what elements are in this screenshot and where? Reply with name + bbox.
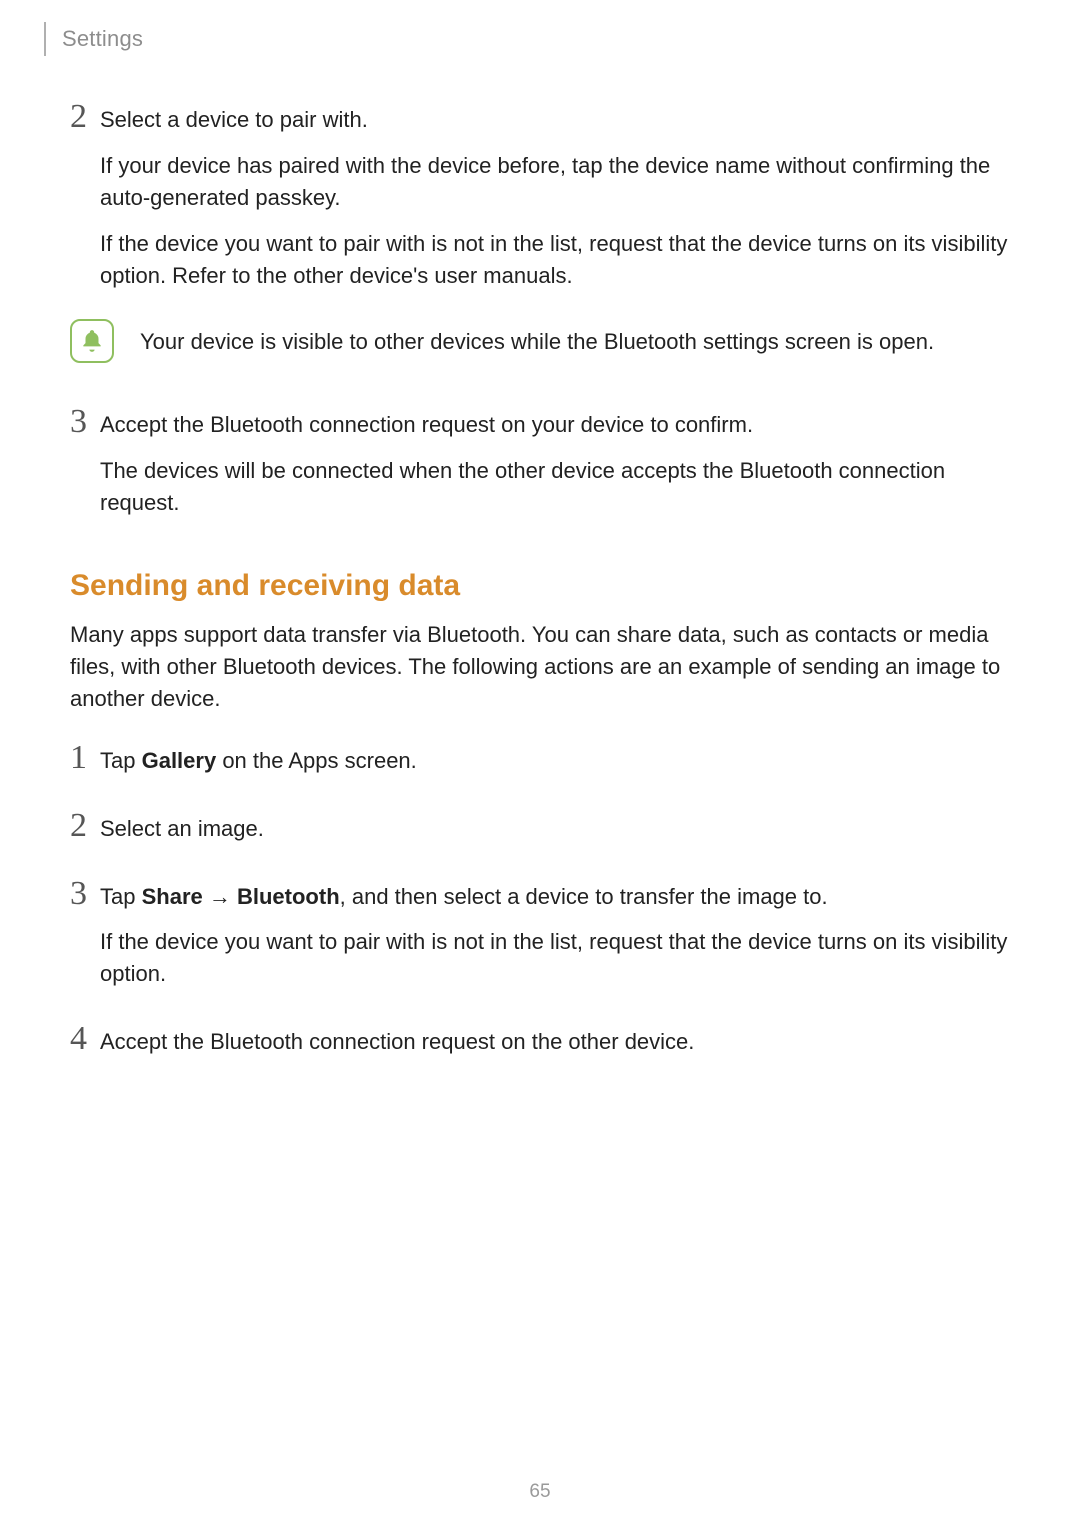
step-3-head: Accept the Bluetooth connection request … <box>100 409 1010 441</box>
step-2: 2 Select a device to pair with. If your … <box>70 100 1010 305</box>
step-body: Select an image. <box>100 813 1010 859</box>
step-number: 2 <box>70 100 100 134</box>
text: Tap <box>100 884 142 909</box>
step-b3-text: Tap Share → Bluetooth, and then select a… <box>100 881 1010 913</box>
step-3: 3 Accept the Bluetooth connection reques… <box>70 405 1010 533</box>
arrow-text: → <box>203 884 237 909</box>
bold-text: Gallery <box>142 748 217 773</box>
step-b4: 4 Accept the Bluetooth connection reques… <box>70 1022 1010 1072</box>
note-text: Your device is visible to other devices … <box>140 326 934 358</box>
step-number: 3 <box>70 877 100 911</box>
page-header: Settings <box>44 22 143 56</box>
step-3-p1: The devices will be connected when the o… <box>100 455 1010 519</box>
step-body: Select a device to pair with. If your de… <box>100 104 1010 305</box>
page-content: 2 Select a device to pair with. If your … <box>70 100 1010 1072</box>
step-b2: 2 Select an image. <box>70 809 1010 859</box>
step-b2-text: Select an image. <box>100 813 1010 845</box>
page-number: 65 <box>0 1481 1080 1503</box>
header-tick <box>44 22 46 56</box>
subheading: Sending and receiving data <box>70 569 1010 603</box>
text: , and then select a device to transfer t… <box>340 884 828 909</box>
step-number: 3 <box>70 405 100 439</box>
step-2-p1: If your device has paired with the devic… <box>100 150 1010 214</box>
text: Tap <box>100 748 142 773</box>
step-b4-text: Accept the Bluetooth connection request … <box>100 1026 1010 1058</box>
text: on the Apps screen. <box>216 748 417 773</box>
bold-text: Share <box>142 884 203 909</box>
step-number: 1 <box>70 741 100 775</box>
step-number: 4 <box>70 1022 100 1056</box>
step-b3: 3 Tap Share → Bluetooth, and then select… <box>70 877 1010 1005</box>
note-callout: Your device is visible to other devices … <box>70 319 1010 363</box>
step-body: Tap Gallery on the Apps screen. <box>100 745 1010 791</box>
step-b1: 1 Tap Gallery on the Apps screen. <box>70 741 1010 791</box>
step-b1-text: Tap Gallery on the Apps screen. <box>100 745 1010 777</box>
step-body: Tap Share → Bluetooth, and then select a… <box>100 881 1010 1005</box>
step-body: Accept the Bluetooth connection request … <box>100 1026 1010 1072</box>
step-2-p2: If the device you want to pair with is n… <box>100 228 1010 292</box>
bold-text: Bluetooth <box>237 884 340 909</box>
step-b3-p1: If the device you want to pair with is n… <box>100 926 1010 990</box>
section-title: Settings <box>62 26 143 52</box>
step-body: Accept the Bluetooth connection request … <box>100 409 1010 533</box>
step-number: 2 <box>70 809 100 843</box>
bell-icon <box>70 319 114 363</box>
manual-page: Settings 2 Select a device to pair with.… <box>0 0 1080 1527</box>
intro-paragraph: Many apps support data transfer via Blue… <box>70 619 1010 715</box>
step-2-head: Select a device to pair with. <box>100 104 1010 136</box>
